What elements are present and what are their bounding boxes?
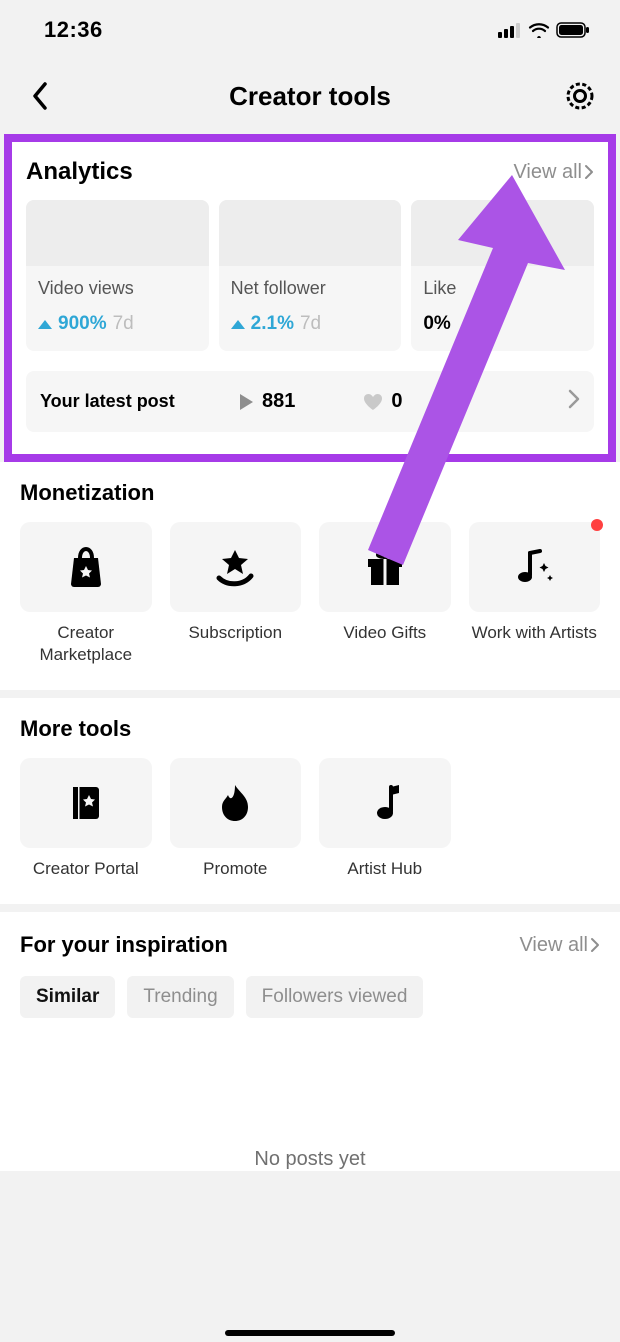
analytics-section: Analytics View all Video views 900% 7d N…: [4, 134, 616, 462]
tab-similar[interactable]: Similar: [20, 976, 115, 1018]
trend-up-icon: [38, 320, 52, 329]
analytics-title: Analytics: [26, 158, 133, 186]
stat-chart-placeholder: [219, 200, 402, 266]
notification-dot-icon: [591, 519, 603, 531]
tile-video-gifts[interactable]: Video Gifts: [319, 522, 451, 666]
star-swoosh-icon: [213, 546, 257, 588]
latest-post-label: Your latest post: [40, 391, 220, 412]
tile-subscription[interactable]: Subscription: [170, 522, 302, 666]
tile-creator-portal[interactable]: Creator Portal: [20, 758, 152, 880]
flame-icon: [218, 783, 252, 823]
latest-post-likes: 0: [363, 390, 402, 413]
book-star-icon: [67, 783, 105, 823]
tile-promote[interactable]: Promote: [170, 758, 302, 880]
chevron-right-icon: [568, 389, 580, 414]
tile-label: Video Gifts: [319, 622, 451, 644]
stat-period: 7d: [300, 313, 321, 335]
heart-icon: [363, 393, 383, 411]
tile-label: Creator Marketplace: [20, 622, 152, 666]
status-icons: [498, 22, 590, 38]
tile-label: Work with Artists: [469, 622, 601, 644]
back-button[interactable]: [20, 76, 60, 116]
view-all-label: View all: [519, 934, 588, 957]
analytics-view-all[interactable]: View all: [513, 161, 594, 184]
more-tools-tiles: Creator Portal Promote Artist Hub: [20, 758, 600, 880]
chevron-left-icon: [31, 82, 49, 110]
music-sparkle-icon: [512, 547, 556, 587]
analytics-stat-cards: Video views 900% 7d Net follower 2.1% 7d: [26, 200, 594, 351]
shopping-bag-icon: [66, 546, 106, 588]
page-title: Creator tools: [229, 81, 391, 112]
wifi-icon: [528, 22, 550, 38]
stat-value: 0%: [423, 313, 450, 335]
gear-icon: [565, 81, 595, 111]
stat-label: Net follower: [231, 278, 390, 299]
stat-period: 7d: [113, 313, 134, 335]
chevron-right-icon: [584, 164, 594, 180]
page-header: Creator tools: [0, 60, 620, 132]
view-all-label: View all: [513, 161, 582, 184]
tile-label: Artist Hub: [319, 858, 451, 880]
likes-value: 0: [391, 390, 402, 413]
chevron-right-icon: [590, 937, 600, 953]
monetization-title: Monetization: [20, 480, 600, 506]
monetization-section: Monetization Creator Marketplace Subscri…: [0, 462, 620, 690]
status-bar: 12:36: [0, 0, 620, 60]
plays-value: 881: [262, 390, 295, 413]
play-icon: [238, 393, 254, 411]
tab-followers-viewed[interactable]: Followers viewed: [246, 976, 424, 1018]
more-tools-section: More tools Creator Portal Promote Artist…: [0, 698, 620, 904]
analytics-header-row: Analytics View all: [26, 154, 594, 200]
latest-post-row[interactable]: Your latest post 881 0: [26, 371, 594, 432]
stat-label: Video views: [38, 278, 197, 299]
gift-icon: [364, 547, 406, 587]
tile-label: Creator Portal: [20, 858, 152, 880]
tile-work-with-artists[interactable]: Work with Artists: [469, 522, 601, 666]
tile-creator-marketplace[interactable]: Creator Marketplace: [20, 522, 152, 666]
latest-post-plays: 881: [238, 390, 295, 413]
settings-button[interactable]: [560, 76, 600, 116]
tile-artist-hub[interactable]: Artist Hub: [319, 758, 451, 880]
stat-chart-placeholder: [411, 200, 594, 266]
tile-label: Subscription: [170, 622, 302, 644]
inspiration-section: For your inspiration View all Similar Tr…: [0, 912, 620, 1171]
stat-value: 2.1%: [251, 313, 294, 335]
home-indicator[interactable]: [225, 1330, 395, 1336]
stat-card-net-follower[interactable]: Net follower 2.1% 7d: [219, 200, 402, 351]
inspiration-view-all[interactable]: View all: [519, 934, 600, 957]
stat-chart-placeholder: [26, 200, 209, 266]
cellular-icon: [498, 22, 522, 38]
stat-label: Like: [423, 278, 582, 299]
stat-card-video-views[interactable]: Video views 900% 7d: [26, 200, 209, 351]
inspiration-title: For your inspiration: [20, 932, 228, 958]
stat-card-like[interactable]: Like 0%: [411, 200, 594, 351]
tab-trending[interactable]: Trending: [127, 976, 233, 1018]
tile-label: Promote: [170, 858, 302, 880]
trend-up-icon: [231, 320, 245, 329]
inspiration-tabs: Similar Trending Followers viewed: [20, 976, 600, 1018]
more-tools-title: More tools: [20, 716, 600, 742]
status-time: 12:36: [44, 17, 103, 43]
music-note-icon: [367, 783, 403, 823]
stat-value: 900%: [58, 313, 107, 335]
inspiration-empty-text: No posts yet: [20, 1148, 600, 1171]
monetization-tiles: Creator Marketplace Subscription Video G…: [20, 522, 600, 666]
battery-icon: [556, 22, 590, 38]
